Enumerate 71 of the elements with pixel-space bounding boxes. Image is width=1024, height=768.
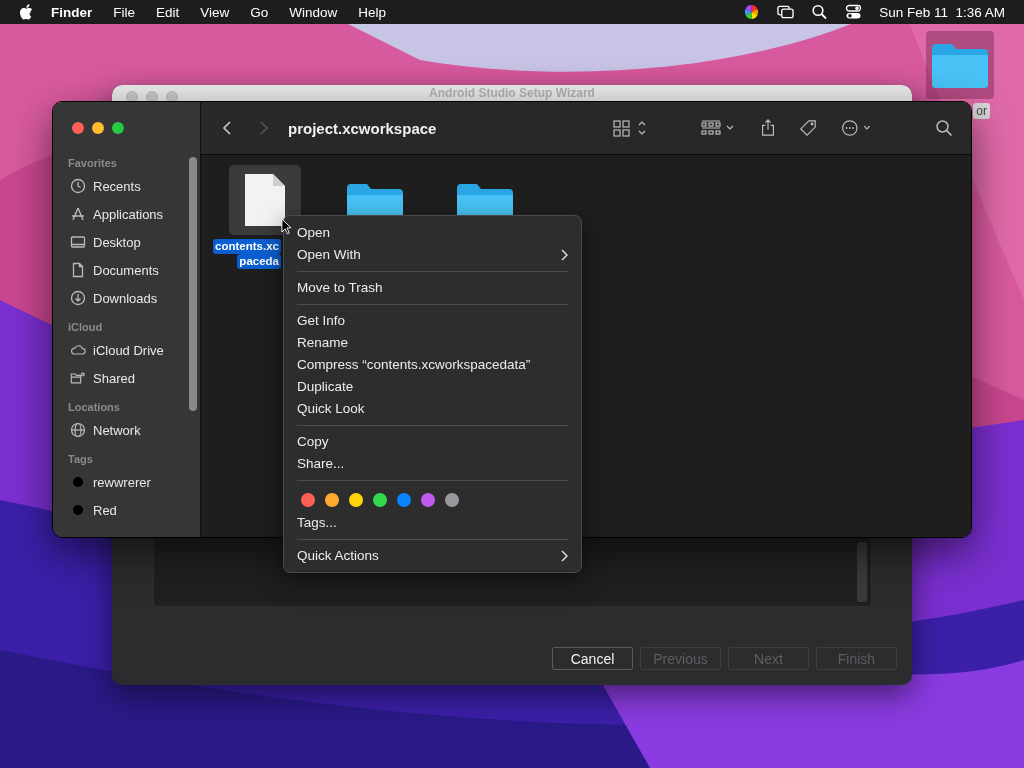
tag-icon[interactable] bbox=[799, 119, 817, 137]
menu-bar-clock[interactable]: Sun Feb 11 1:36 AM bbox=[879, 4, 1005, 20]
menu-item[interactable]: Quick Look bbox=[284, 398, 581, 420]
menu-bar-item[interactable]: Window bbox=[289, 4, 338, 20]
menu-item[interactable]: Get Info bbox=[284, 310, 581, 332]
chevron-icon bbox=[560, 249, 568, 261]
share-icon[interactable] bbox=[759, 119, 777, 137]
cursor-icon bbox=[281, 218, 292, 235]
desktop-item-label[interactable]: or bbox=[973, 103, 990, 119]
tag-color-dot[interactable] bbox=[325, 493, 339, 507]
sidebar-heading: Favorites bbox=[68, 157, 118, 171]
search-icon[interactable] bbox=[811, 4, 829, 20]
globe-icon bbox=[70, 422, 86, 438]
menu-item[interactable]: Copy bbox=[284, 431, 581, 453]
tag-color-dot[interactable] bbox=[301, 493, 315, 507]
apple-logo-icon[interactable] bbox=[19, 4, 33, 20]
minimize-button[interactable] bbox=[92, 122, 104, 134]
sidebar-item[interactable]: Desktop bbox=[93, 234, 141, 250]
menu-bar-item[interactable]: Go bbox=[250, 4, 269, 20]
windows-icon[interactable] bbox=[777, 4, 795, 20]
app-store-icon bbox=[70, 206, 86, 222]
sidebar-item[interactable]: Shared bbox=[93, 370, 135, 386]
tag-color-dot[interactable] bbox=[421, 493, 435, 507]
sidebar-item[interactable]: iCloud Drive bbox=[93, 342, 164, 358]
sidebar-item[interactable]: Recents bbox=[93, 178, 141, 194]
sidebar-item[interactable]: Downloads bbox=[93, 290, 158, 306]
file-name[interactable]: contents.xc bbox=[213, 239, 281, 254]
desktop-icon bbox=[70, 234, 86, 250]
menu-item-label[interactable]: Open With bbox=[297, 244, 361, 266]
cloud-icon bbox=[70, 342, 86, 358]
menu-item[interactable]: Tags... bbox=[284, 512, 581, 534]
menu-item[interactable]: Move to Trash bbox=[284, 277, 581, 299]
sidebar-item[interactable]: rewwrerer bbox=[93, 474, 151, 490]
file-name[interactable]: paceda bbox=[237, 254, 281, 269]
menu-item[interactable]: Open With bbox=[284, 244, 581, 266]
menu-item[interactable]: Duplicate bbox=[284, 376, 581, 398]
sidebar-item[interactable]: Documents bbox=[93, 262, 159, 278]
menu-bar-item[interactable]: File bbox=[113, 4, 136, 20]
color-wheel-icon[interactable] bbox=[743, 4, 761, 20]
menu-item[interactable]: Quick Actions bbox=[284, 545, 581, 567]
menu-bar-item[interactable]: Help bbox=[358, 4, 387, 20]
window-title: project.xcworkspace bbox=[288, 119, 437, 137]
clock-icon bbox=[70, 178, 86, 194]
sidebar-item[interactable]: Applications bbox=[93, 206, 164, 222]
menu-item[interactable]: Share... bbox=[284, 453, 581, 475]
document-icon bbox=[70, 262, 86, 278]
chevron-icon bbox=[560, 550, 568, 562]
tag-color-dot[interactable] bbox=[397, 493, 411, 507]
download-icon bbox=[70, 290, 86, 306]
search-icon[interactable] bbox=[935, 119, 953, 137]
tag-color-dot[interactable] bbox=[349, 493, 363, 507]
sidebar-heading: Locations bbox=[68, 401, 121, 415]
tag-color-dot[interactable] bbox=[373, 493, 387, 507]
sidebar-heading: Tags bbox=[68, 453, 94, 467]
sidebar-heading: iCloud bbox=[68, 321, 104, 335]
menu-item[interactable]: Rename bbox=[284, 332, 581, 354]
scrollbar[interactable] bbox=[189, 157, 197, 411]
sidebar-item[interactable]: Red bbox=[93, 502, 117, 518]
wizard-button[interactable]: Cancel bbox=[552, 647, 633, 670]
menu-bar-item[interactable]: Edit bbox=[156, 4, 180, 20]
document-icon[interactable] bbox=[243, 172, 287, 228]
scrollbar[interactable] bbox=[857, 542, 867, 602]
sidebar-item[interactable]: Network bbox=[93, 422, 141, 438]
menu-bar-item[interactable]: View bbox=[200, 4, 230, 20]
menu-bar-item[interactable]: Finder bbox=[51, 4, 93, 20]
menu-item-label[interactable]: Quick Actions bbox=[297, 545, 379, 567]
control-center-icon[interactable] bbox=[845, 4, 863, 20]
tag-color-dot[interactable] bbox=[445, 493, 459, 507]
shared-folder-icon bbox=[70, 370, 86, 386]
menu-item[interactable]: Compress “contents.xcworkspacedata” bbox=[284, 354, 581, 376]
back-icon[interactable] bbox=[222, 120, 232, 136]
